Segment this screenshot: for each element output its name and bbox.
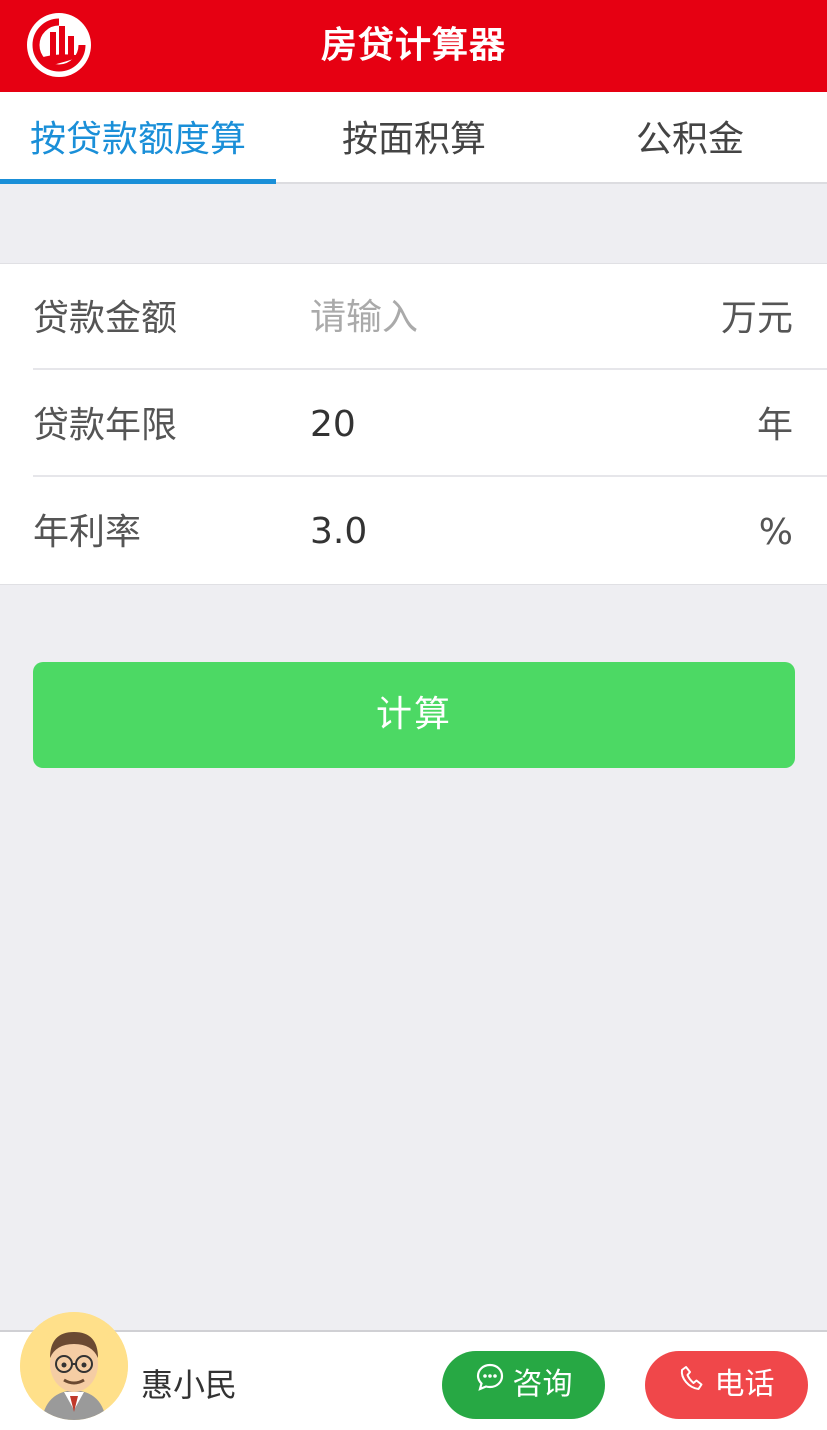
divider: [33, 368, 827, 370]
phone-label: 电话: [714, 1367, 775, 1402]
tab-area[interactable]: 按面积算: [276, 92, 552, 182]
tab-loan-amount[interactable]: 按贷款额度算: [0, 92, 276, 182]
loan-term-unit: 年: [756, 405, 793, 446]
interest-rate-input[interactable]: [310, 502, 640, 560]
agent-name: 惠小民: [141, 1366, 238, 1404]
agent-cartoon-icon: [20, 1312, 128, 1420]
tab-bar: 按贷款额度算 按面积算 公积金: [0, 92, 827, 184]
loan-term-input[interactable]: [310, 395, 640, 453]
loan-term-label: 贷款年限: [33, 405, 178, 446]
phone-button[interactable]: 电话: [645, 1351, 808, 1419]
interest-rate-unit: %: [758, 512, 793, 553]
page-title: 房贷计算器: [320, 25, 506, 66]
chat-bubble-icon: [475, 1349, 505, 1417]
tab-provident-fund[interactable]: 公积金: [552, 92, 827, 182]
phone-icon: [679, 1349, 707, 1417]
active-tab-indicator: [0, 179, 276, 184]
loan-term-row: 贷款年限 年: [0, 371, 827, 477]
interest-rate-row: 年利率 %: [0, 478, 827, 584]
calculate-button[interactable]: 计算: [33, 662, 795, 768]
loan-amount-row: 贷款金额 万元: [0, 264, 827, 370]
loan-amount-unit: 万元: [720, 298, 793, 339]
interest-rate-label: 年利率: [33, 512, 142, 553]
header-bar: 房贷计算器: [0, 0, 827, 92]
divider: [33, 475, 827, 477]
loan-form: 贷款金额 万元 贷款年限 年 年利率 %: [0, 263, 827, 585]
consult-label: 咨询: [512, 1367, 573, 1402]
loan-amount-label: 贷款金额: [33, 298, 178, 339]
consult-button[interactable]: 咨询: [442, 1351, 605, 1419]
loan-amount-input[interactable]: [310, 288, 640, 346]
agent-avatar[interactable]: [20, 1312, 128, 1420]
